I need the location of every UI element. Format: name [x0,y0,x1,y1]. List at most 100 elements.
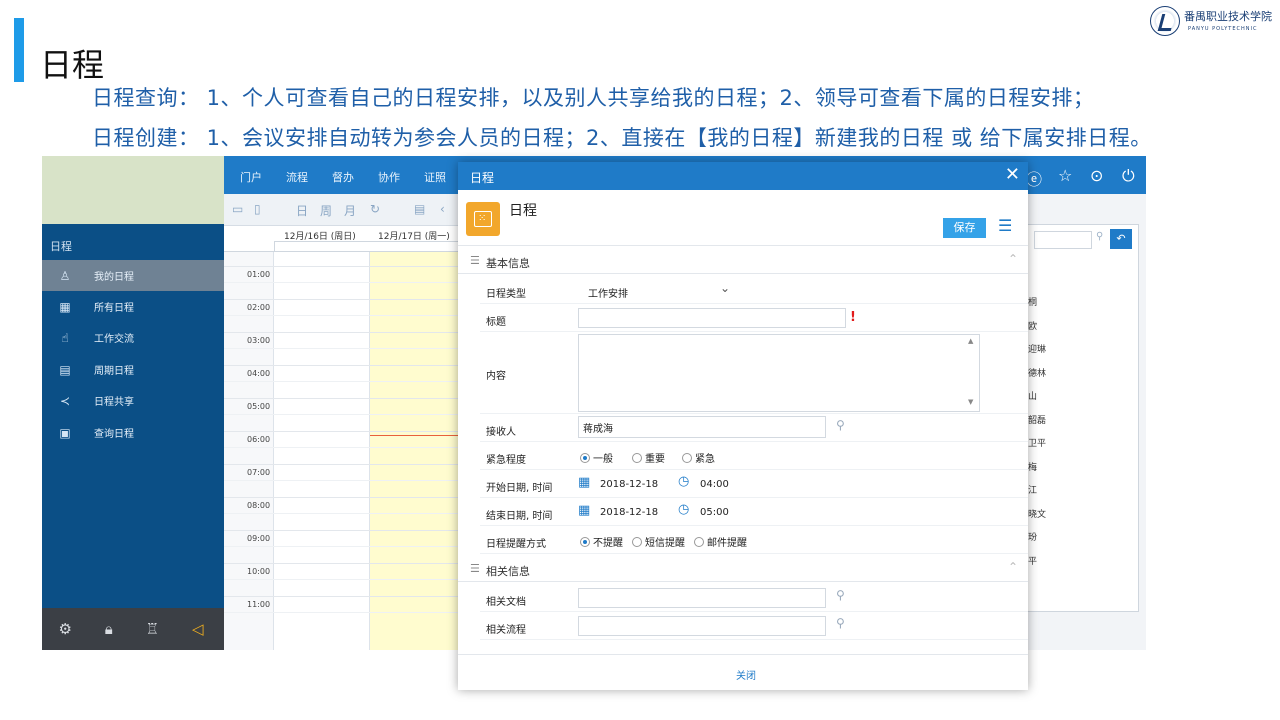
view-day-button[interactable]: 日 [296,202,308,219]
end-time[interactable]: 05:00 [700,507,729,518]
person-name[interactable]: 玢 [1028,530,1037,543]
nav-supervise[interactable]: 督办 [332,169,354,185]
close-icon[interactable]: ✕ [1005,166,1020,184]
person-name[interactable]: 梅 [1028,460,1037,473]
speaker-icon[interactable]: ◁ [192,620,204,638]
star-icon[interactable]: ☆ [1058,166,1072,185]
refresh-icon[interactable]: ↻ [370,202,380,216]
remind-sms-radio[interactable]: 短信提醒 [632,534,685,549]
remind-none-radio[interactable]: 不提醒 [580,534,623,549]
person-name[interactable]: 平 [1028,554,1037,567]
more-icon[interactable]: ⊙ [1090,166,1103,185]
urgency-normal-radio[interactable]: 一般 [580,450,613,465]
clock-icon[interactable]: ◷ [678,474,689,489]
person-name[interactable]: 晓文 [1028,507,1046,520]
sidebar-item-label: 所有日程 [94,303,134,314]
sidebar-item-work-exchange[interactable]: ☝ 工作交流 [42,322,224,353]
nav-license[interactable]: 证照 [424,169,446,185]
school-logo-text: 番禺职业技术学院 [1184,10,1272,23]
search-icon[interactable]: ⚲ [836,588,845,602]
half-hour-gridline [224,282,464,283]
nav-collaborate[interactable]: 协作 [378,169,400,185]
all-day-row[interactable] [274,241,464,251]
calendar-icon[interactable]: ▦ [578,475,590,490]
user-icon: ♙ [59,268,71,283]
title-input[interactable] [578,308,846,328]
day-column-monday[interactable] [370,252,464,650]
scroll-up-icon[interactable]: ▲ [968,337,973,345]
calendar-toolbar: ▭ ▯ 日 周 月 ↻ ▤ ‹ [224,194,464,226]
start-date[interactable]: 2018-12-18 [600,479,658,490]
person-name[interactable]: 山 [1028,389,1037,402]
day-column-sunday[interactable] [275,252,370,650]
content-textarea[interactable] [578,334,980,412]
person-name[interactable]: 韶磊 [1028,413,1046,426]
slide-description-query: 日程查询： 1、个人可查看自己的日程安排，以及别人共享给我的日程；2、领导可查看… [92,86,1095,110]
person-name[interactable]: 欧 [1028,319,1037,332]
urgency-important-radio[interactable]: 重要 [632,450,665,465]
slide-title: 日程 [40,46,105,84]
view-month-button[interactable]: 月 [344,202,356,219]
required-icon: ! [850,310,856,325]
prev-icon[interactable]: ‹ [440,202,445,216]
calendar-cycle-icon: ▤ [59,362,71,377]
clock-icon[interactable]: ◷ [678,502,689,517]
person-name[interactable]: 卫平 [1028,436,1046,449]
search-icon[interactable]: ⚲ [836,616,845,630]
urgency-label: 紧急程度 [486,455,526,466]
radio-icon [694,536,704,547]
calendar-grid[interactable]: 01:00 02:00 03:00 04:00 05:00 06:00 07:00 08:00… [224,252,464,650]
settings-icon[interactable]: ⚙ [58,620,71,638]
person-name[interactable]: 江 [1028,483,1037,496]
remind-email-radio[interactable]: 邮件提醒 [694,534,747,549]
undo-button[interactable]: ↶ [1110,229,1132,249]
receiver-label: 接收人 [486,427,516,438]
related-flow-input[interactable] [578,616,826,636]
new-icon[interactable]: ▭ [232,202,243,216]
row-type: 日程类型 工作安排 ⌄ [480,276,1028,304]
save-button[interactable]: 保存 [943,218,986,238]
export-icon[interactable]: ▯ [254,202,261,216]
type-select[interactable]: 工作安排 ⌄ [578,280,738,300]
sidebar-item-search-schedule[interactable]: ▣ 查询日程 [42,417,224,448]
sidebar-item-periodic-schedule[interactable]: ▤ 周期日程 [42,354,224,385]
hour-gridline [224,497,464,498]
view-week-button[interactable]: 周 [320,202,332,219]
receiver-input[interactable]: 蒋成海 [578,416,826,438]
nav-process[interactable]: 流程 [286,169,308,185]
section-basic-info[interactable]: ☰ 基本信息 ⌃ [458,248,1028,274]
collapse-icon[interactable]: ⌃ [1008,560,1018,574]
search-icon[interactable]: ⚲ [1096,231,1103,242]
sidebar-item-schedule-share[interactable]: ≺ 日程共享 [42,385,224,416]
sidebar-item-my-schedule[interactable]: ♙ 我的日程 [42,260,224,291]
sidebar-item-all-schedules[interactable]: ▦ 所有日程 [42,291,224,322]
nav-portal[interactable]: 门户 [240,169,262,185]
calendar-icon[interactable]: ▦ [578,503,590,518]
collapse-icon[interactable]: ⌃ [1008,252,1018,266]
lock-icon[interactable]: 🔒︎ [105,620,113,638]
end-label: 结束日期, 时间 [486,511,553,522]
related-doc-input[interactable] [578,588,826,608]
start-time[interactable]: 04:00 [700,479,729,490]
hour-gridline [224,398,464,399]
ie-icon[interactable]: ⓔ [1026,166,1042,190]
power-icon[interactable]: ⏻ [1122,166,1135,186]
person-name[interactable]: 桐 [1028,295,1037,308]
row-remind: 日程提醒方式 不提醒 短信提醒 邮件提醒 [480,526,1028,554]
scroll-down-icon[interactable]: ▼ [968,398,973,406]
close-button[interactable]: 关闭 [736,667,756,682]
person-name[interactable]: 迎琳 [1028,342,1046,355]
half-hour-gridline [224,414,464,415]
radio-label: 邮件提醒 [707,538,747,549]
end-date[interactable]: 2018-12-18 [600,507,658,518]
dialog-header: 日程 保存 ☰ [458,190,1028,246]
search-icon[interactable]: ⚲ [836,418,845,432]
calendar-picker-icon[interactable]: ▤ [414,202,425,216]
shirt-icon[interactable]: ♖ [146,620,159,638]
urgency-urgent-radio[interactable]: 紧急 [682,450,715,465]
right-search-input[interactable] [1034,231,1092,249]
menu-icon[interactable]: ☰ [998,216,1012,235]
radio-label: 一般 [593,454,613,465]
person-name[interactable]: 德林 [1028,366,1046,379]
section-related-info[interactable]: ☰ 相关信息 ⌃ [458,556,1028,582]
